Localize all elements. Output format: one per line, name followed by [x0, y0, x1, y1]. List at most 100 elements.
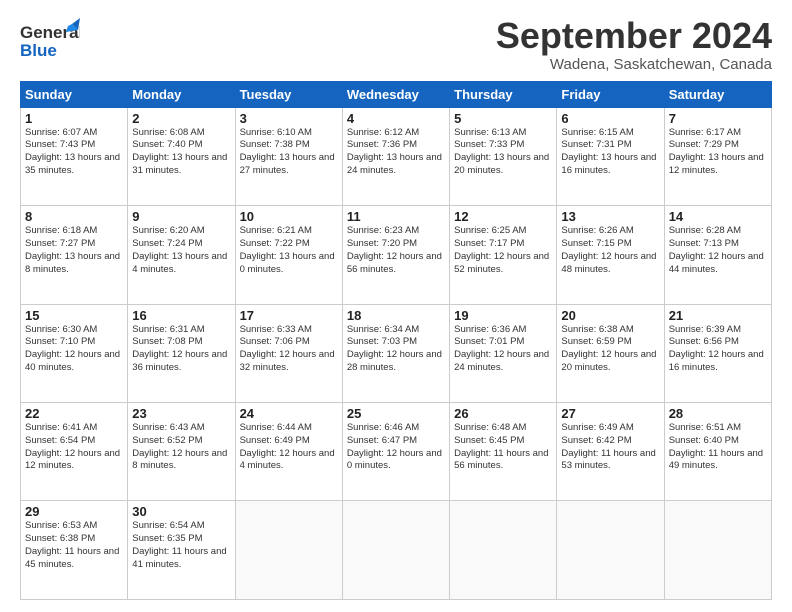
day-info: Sunrise: 6:48 AMSunset: 6:45 PMDaylight:…	[454, 422, 552, 473]
day-number: 25	[347, 406, 445, 421]
logo-text: General Blue	[20, 16, 80, 71]
calendar-cell: 10Sunrise: 6:21 AMSunset: 7:22 PMDayligh…	[235, 206, 342, 304]
calendar-cell	[235, 501, 342, 600]
calendar-week-5: 29Sunrise: 6:53 AMSunset: 6:38 PMDayligh…	[21, 501, 772, 600]
month-title: September 2024	[496, 16, 772, 56]
calendar-header-tuesday: Tuesday	[235, 81, 342, 107]
day-info: Sunrise: 6:43 AMSunset: 6:52 PMDaylight:…	[132, 422, 230, 473]
calendar-cell: 8Sunrise: 6:18 AMSunset: 7:27 PMDaylight…	[21, 206, 128, 304]
day-info: Sunrise: 6:15 AMSunset: 7:31 PMDaylight:…	[561, 127, 659, 178]
day-number: 21	[669, 308, 767, 323]
calendar-cell: 21Sunrise: 6:39 AMSunset: 6:56 PMDayligh…	[664, 304, 771, 402]
calendar-cell: 20Sunrise: 6:38 AMSunset: 6:59 PMDayligh…	[557, 304, 664, 402]
header: General Blue September 2024 Wadena, Sask…	[20, 16, 772, 73]
calendar-cell	[664, 501, 771, 600]
day-number: 13	[561, 209, 659, 224]
day-info: Sunrise: 6:49 AMSunset: 6:42 PMDaylight:…	[561, 422, 659, 473]
calendar-header-row: SundayMondayTuesdayWednesdayThursdayFrid…	[21, 81, 772, 107]
day-info: Sunrise: 6:30 AMSunset: 7:10 PMDaylight:…	[25, 324, 123, 375]
calendar-page: General Blue September 2024 Wadena, Sask…	[0, 0, 792, 612]
day-number: 16	[132, 308, 230, 323]
logo: General Blue	[20, 16, 80, 71]
day-info: Sunrise: 6:25 AMSunset: 7:17 PMDaylight:…	[454, 225, 552, 276]
day-number: 15	[25, 308, 123, 323]
calendar-cell: 29Sunrise: 6:53 AMSunset: 6:38 PMDayligh…	[21, 501, 128, 600]
calendar-cell: 1Sunrise: 6:07 AMSunset: 7:43 PMDaylight…	[21, 107, 128, 205]
day-info: Sunrise: 6:41 AMSunset: 6:54 PMDaylight:…	[25, 422, 123, 473]
day-number: 10	[240, 209, 338, 224]
day-number: 4	[347, 111, 445, 126]
day-info: Sunrise: 6:53 AMSunset: 6:38 PMDaylight:…	[25, 520, 123, 571]
calendar-cell: 3Sunrise: 6:10 AMSunset: 7:38 PMDaylight…	[235, 107, 342, 205]
day-info: Sunrise: 6:18 AMSunset: 7:27 PMDaylight:…	[25, 225, 123, 276]
calendar-cell: 27Sunrise: 6:49 AMSunset: 6:42 PMDayligh…	[557, 403, 664, 501]
day-number: 23	[132, 406, 230, 421]
calendar-cell: 5Sunrise: 6:13 AMSunset: 7:33 PMDaylight…	[450, 107, 557, 205]
calendar-cell: 30Sunrise: 6:54 AMSunset: 6:35 PMDayligh…	[128, 501, 235, 600]
day-number: 7	[669, 111, 767, 126]
day-number: 12	[454, 209, 552, 224]
day-info: Sunrise: 6:46 AMSunset: 6:47 PMDaylight:…	[347, 422, 445, 473]
calendar-cell: 15Sunrise: 6:30 AMSunset: 7:10 PMDayligh…	[21, 304, 128, 402]
day-info: Sunrise: 6:21 AMSunset: 7:22 PMDaylight:…	[240, 225, 338, 276]
calendar-cell: 6Sunrise: 6:15 AMSunset: 7:31 PMDaylight…	[557, 107, 664, 205]
day-number: 8	[25, 209, 123, 224]
calendar-header-friday: Friday	[557, 81, 664, 107]
calendar-cell: 12Sunrise: 6:25 AMSunset: 7:17 PMDayligh…	[450, 206, 557, 304]
day-info: Sunrise: 6:54 AMSunset: 6:35 PMDaylight:…	[132, 520, 230, 571]
calendar-cell: 26Sunrise: 6:48 AMSunset: 6:45 PMDayligh…	[450, 403, 557, 501]
day-info: Sunrise: 6:17 AMSunset: 7:29 PMDaylight:…	[669, 127, 767, 178]
day-info: Sunrise: 6:33 AMSunset: 7:06 PMDaylight:…	[240, 324, 338, 375]
calendar-cell: 13Sunrise: 6:26 AMSunset: 7:15 PMDayligh…	[557, 206, 664, 304]
day-info: Sunrise: 6:34 AMSunset: 7:03 PMDaylight:…	[347, 324, 445, 375]
calendar-week-1: 1Sunrise: 6:07 AMSunset: 7:43 PMDaylight…	[21, 107, 772, 205]
calendar-week-4: 22Sunrise: 6:41 AMSunset: 6:54 PMDayligh…	[21, 403, 772, 501]
day-number: 11	[347, 209, 445, 224]
day-number: 19	[454, 308, 552, 323]
calendar-cell: 4Sunrise: 6:12 AMSunset: 7:36 PMDaylight…	[342, 107, 449, 205]
day-number: 17	[240, 308, 338, 323]
day-number: 5	[454, 111, 552, 126]
calendar-header-saturday: Saturday	[664, 81, 771, 107]
day-info: Sunrise: 6:20 AMSunset: 7:24 PMDaylight:…	[132, 225, 230, 276]
day-number: 27	[561, 406, 659, 421]
calendar-cell: 18Sunrise: 6:34 AMSunset: 7:03 PMDayligh…	[342, 304, 449, 402]
calendar-cell: 17Sunrise: 6:33 AMSunset: 7:06 PMDayligh…	[235, 304, 342, 402]
day-number: 1	[25, 111, 123, 126]
calendar-header-thursday: Thursday	[450, 81, 557, 107]
day-info: Sunrise: 6:31 AMSunset: 7:08 PMDaylight:…	[132, 324, 230, 375]
calendar-cell: 24Sunrise: 6:44 AMSunset: 6:49 PMDayligh…	[235, 403, 342, 501]
day-info: Sunrise: 6:23 AMSunset: 7:20 PMDaylight:…	[347, 225, 445, 276]
day-number: 22	[25, 406, 123, 421]
day-info: Sunrise: 6:36 AMSunset: 7:01 PMDaylight:…	[454, 324, 552, 375]
day-number: 30	[132, 504, 230, 519]
day-info: Sunrise: 6:08 AMSunset: 7:40 PMDaylight:…	[132, 127, 230, 178]
day-number: 18	[347, 308, 445, 323]
calendar-cell: 14Sunrise: 6:28 AMSunset: 7:13 PMDayligh…	[664, 206, 771, 304]
calendar-week-2: 8Sunrise: 6:18 AMSunset: 7:27 PMDaylight…	[21, 206, 772, 304]
calendar-header-monday: Monday	[128, 81, 235, 107]
calendar-cell: 11Sunrise: 6:23 AMSunset: 7:20 PMDayligh…	[342, 206, 449, 304]
calendar-cell: 22Sunrise: 6:41 AMSunset: 6:54 PMDayligh…	[21, 403, 128, 501]
day-number: 2	[132, 111, 230, 126]
calendar-header-sunday: Sunday	[21, 81, 128, 107]
calendar-week-3: 15Sunrise: 6:30 AMSunset: 7:10 PMDayligh…	[21, 304, 772, 402]
day-info: Sunrise: 6:13 AMSunset: 7:33 PMDaylight:…	[454, 127, 552, 178]
title-block: September 2024 Wadena, Saskatchewan, Can…	[496, 16, 772, 73]
day-info: Sunrise: 6:44 AMSunset: 6:49 PMDaylight:…	[240, 422, 338, 473]
calendar-cell: 19Sunrise: 6:36 AMSunset: 7:01 PMDayligh…	[450, 304, 557, 402]
day-info: Sunrise: 6:28 AMSunset: 7:13 PMDaylight:…	[669, 225, 767, 276]
day-number: 29	[25, 504, 123, 519]
day-number: 26	[454, 406, 552, 421]
calendar-cell: 16Sunrise: 6:31 AMSunset: 7:08 PMDayligh…	[128, 304, 235, 402]
day-info: Sunrise: 6:12 AMSunset: 7:36 PMDaylight:…	[347, 127, 445, 178]
day-number: 28	[669, 406, 767, 421]
calendar-cell: 28Sunrise: 6:51 AMSunset: 6:40 PMDayligh…	[664, 403, 771, 501]
day-number: 14	[669, 209, 767, 224]
calendar-cell: 2Sunrise: 6:08 AMSunset: 7:40 PMDaylight…	[128, 107, 235, 205]
location: Wadena, Saskatchewan, Canada	[496, 56, 772, 73]
calendar-cell: 25Sunrise: 6:46 AMSunset: 6:47 PMDayligh…	[342, 403, 449, 501]
calendar-cell	[557, 501, 664, 600]
day-number: 9	[132, 209, 230, 224]
day-info: Sunrise: 6:38 AMSunset: 6:59 PMDaylight:…	[561, 324, 659, 375]
